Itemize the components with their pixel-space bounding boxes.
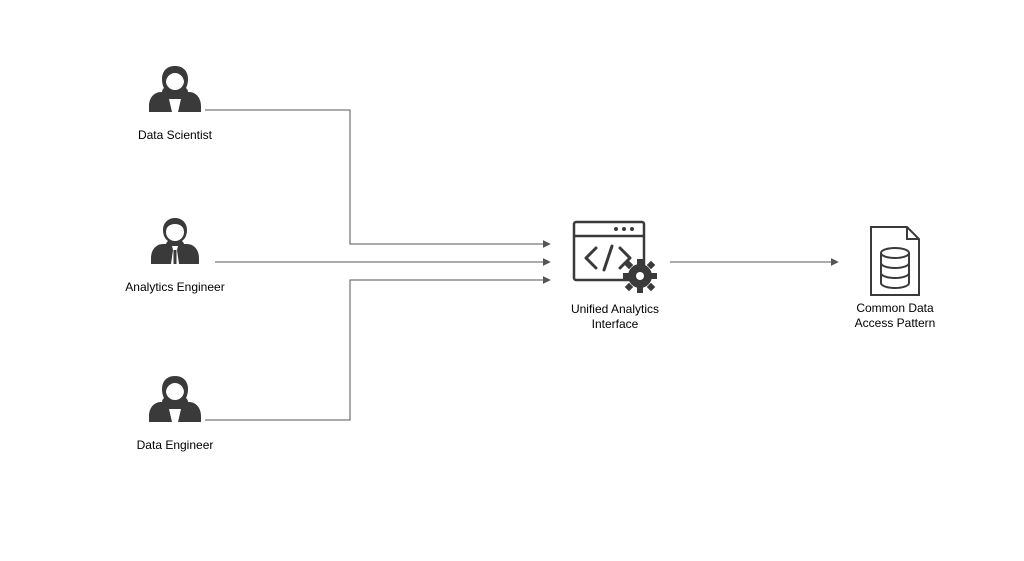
role-label: Data Scientist	[130, 128, 220, 143]
person-female-icon	[143, 370, 207, 434]
role-analytics-engineer: Analytics Engineer	[120, 212, 230, 295]
unified-analytics-interface: Unified Analytics Interface	[555, 218, 675, 332]
center-label-line1: Unified Analytics	[571, 302, 659, 316]
right-label-line2: Access Pattern	[855, 316, 936, 330]
architecture-diagram: Data Scientist Analytics Engineer Data E…	[0, 0, 1024, 561]
right-label: Common Data Access Pattern	[840, 301, 950, 331]
role-label: Data Engineer	[130, 438, 220, 453]
code-window-gear-icon	[570, 218, 660, 298]
role-label: Analytics Engineer	[120, 280, 230, 295]
role-data-scientist: Data Scientist	[130, 60, 220, 143]
document-database-icon	[865, 225, 925, 297]
role-data-engineer: Data Engineer	[130, 370, 220, 453]
person-female-icon	[143, 60, 207, 124]
center-label-line2: Interface	[592, 317, 639, 331]
right-label-line1: Common Data	[856, 301, 933, 315]
center-label: Unified Analytics Interface	[555, 302, 675, 332]
common-data-access-pattern: Common Data Access Pattern	[840, 225, 950, 331]
person-male-icon	[143, 212, 207, 276]
